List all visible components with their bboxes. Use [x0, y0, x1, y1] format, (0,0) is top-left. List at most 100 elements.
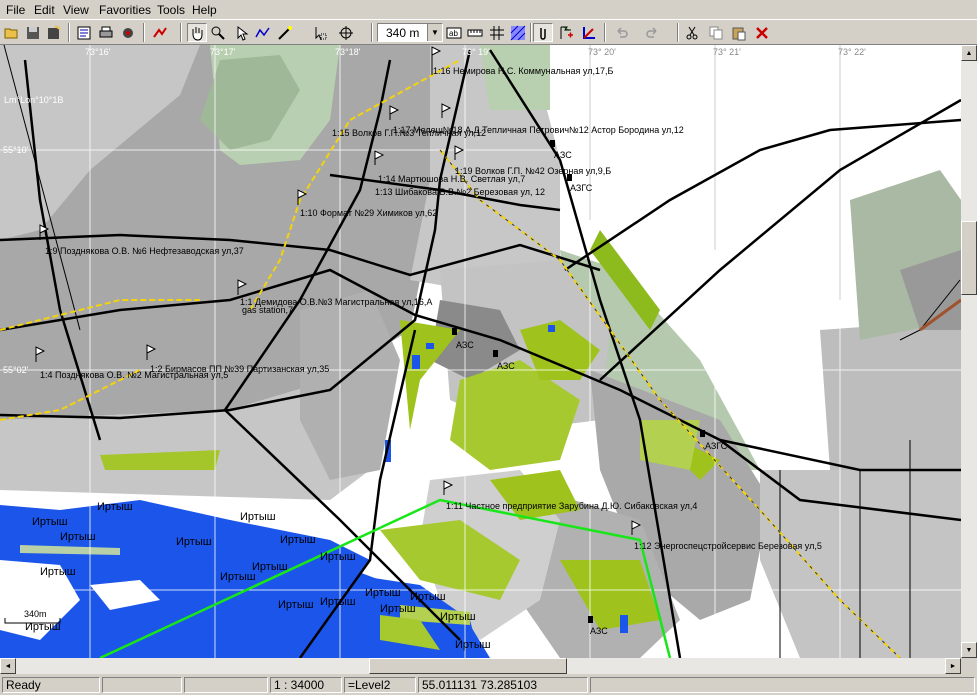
status-panel-empty — [102, 677, 182, 693]
save-icon[interactable] — [23, 23, 43, 42]
coord-left-0: 55°10' — [3, 145, 29, 155]
zoom-icon[interactable] — [208, 23, 228, 42]
horizontal-scroll-thumb[interactable] — [369, 658, 567, 674]
river-label: Иртыш — [410, 591, 446, 603]
properties-icon[interactable] — [74, 23, 94, 42]
select-arrow-icon[interactable] — [232, 23, 252, 42]
corner-label: Lm°Lon°10°1B — [4, 95, 63, 105]
menu-favorities[interactable]: Favorities — [99, 3, 151, 17]
scroll-corner — [961, 658, 977, 674]
map-point-label[interactable]: АЗС — [590, 626, 608, 636]
gps-icon[interactable] — [118, 23, 138, 42]
coord-left-3: 55°01' — [3, 585, 29, 595]
delete-icon[interactable] — [752, 23, 772, 42]
river-label: Иртыш — [455, 639, 491, 651]
redo-icon[interactable] — [642, 23, 662, 42]
scroll-down-icon[interactable]: ▼ — [961, 642, 977, 658]
map-point-label[interactable]: 1:10 Формат №29 Химиков ул,62 — [300, 208, 437, 218]
target-icon[interactable] — [310, 23, 330, 42]
status-bar: Ready 1 : 34000 =Level2 55.011131 73.285… — [0, 675, 977, 695]
ruler-icon[interactable] — [465, 23, 485, 42]
river-label: Иртыш — [280, 534, 316, 546]
river-label: Иртыш — [60, 531, 96, 543]
map-point-label[interactable]: 1:17 Мелеш№18 А.Д.Тепличная Петрович№12 … — [393, 125, 684, 135]
coord-top-6: 73° 22' — [838, 47, 866, 57]
crosshair-icon[interactable] — [336, 23, 356, 42]
cut-icon[interactable] — [682, 23, 702, 42]
map-point-label[interactable]: АЗС — [554, 150, 572, 160]
map-point-label[interactable]: 1:12 Энергоспецстройсервис Березовая ул,… — [634, 541, 822, 551]
text-label-icon[interactable]: ab — [444, 23, 464, 42]
scale-value: 340 m — [386, 26, 420, 40]
river-label: Иртыш — [176, 536, 212, 548]
river-label: Иртыш — [97, 501, 133, 513]
menu-tools[interactable]: Tools — [157, 3, 185, 17]
status-scale: 1 : 34000 — [270, 677, 342, 693]
menu-edit[interactable]: Edit — [34, 3, 55, 17]
map-point-label[interactable]: 1:16 Немирова Н.С. Коммунальная ул,17,Б — [433, 66, 613, 76]
toolbar: 340 m ▼ ab — [0, 19, 977, 45]
chevron-down-icon[interactable]: ▼ — [427, 24, 442, 41]
scroll-up-icon[interactable]: ▲ — [961, 45, 977, 61]
map-point-label[interactable]: 1:14 Мартюшова Н.В. Светлая ул,7 — [378, 174, 525, 184]
open-icon[interactable] — [2, 23, 22, 42]
status-ready: Ready — [2, 677, 100, 693]
menu-bar: File Edit View Favorities Tools Help — [0, 0, 977, 19]
hatch-grid-icon[interactable] — [508, 23, 528, 42]
coord-top-1: 73°17' — [210, 47, 236, 57]
status-panel-empty — [590, 677, 975, 693]
scroll-left-icon[interactable]: ◄ — [0, 658, 16, 674]
river-label: Иртыш — [40, 566, 76, 578]
map-point-label[interactable]: 1:9 Позднякова О.В. №6 Нефтезаводская ул… — [45, 246, 244, 256]
coord-top-4: 73° 20' — [588, 47, 616, 57]
coord-left-2: 55°02' — [3, 365, 29, 375]
horizontal-scrollbar[interactable]: ◄ ► — [0, 658, 961, 674]
coord-top-3: 73° 19' — [462, 47, 490, 57]
river-label: Иртыш — [380, 603, 416, 615]
status-panel-empty — [184, 677, 268, 693]
map-canvas[interactable]: 73°16' 73°17' 73°18' 73° 19' 73° 20' 73°… — [0, 45, 961, 658]
map-point-label[interactable]: АЗС — [497, 361, 515, 371]
map-point-label[interactable]: АЗС — [456, 340, 474, 350]
river-label: Иртыш — [320, 551, 356, 563]
river-label: Иртыш — [252, 561, 288, 573]
map-point-label[interactable]: 1:13 Шибакова В.В.№2 Березовая ул, 12 — [375, 187, 545, 197]
print-icon[interactable] — [96, 23, 116, 42]
menu-view[interactable]: View — [63, 3, 89, 17]
vertical-scrollbar[interactable]: ▲ ▼ — [961, 45, 977, 658]
axes-icon[interactable] — [579, 23, 599, 42]
river-label: Иртыш — [278, 599, 314, 611]
map-point-label[interactable]: gas station,7 — [242, 305, 293, 315]
vertical-scroll-thumb[interactable] — [961, 221, 977, 295]
hand-pan-icon[interactable] — [187, 23, 207, 42]
save-all-icon[interactable] — [44, 23, 64, 42]
polyline-icon[interactable] — [253, 23, 273, 42]
undo-icon[interactable] — [612, 23, 632, 42]
svg-text:ab: ab — [449, 29, 458, 38]
scale-dropdown[interactable]: 340 m ▼ — [377, 23, 443, 42]
scale-bar-label: 340m — [24, 609, 47, 619]
coord-top-5: 73° 21' — [713, 47, 741, 57]
map-svg: 73°16' 73°17' 73°18' 73° 19' 73° 20' 73°… — [0, 45, 961, 658]
copy-icon[interactable] — [706, 23, 726, 42]
river-label: Иртыш — [240, 511, 276, 523]
river-label: Иртыш — [365, 587, 401, 599]
lasso-icon[interactable] — [275, 23, 295, 42]
paste-icon[interactable] — [729, 23, 749, 42]
grid-icon[interactable] — [487, 23, 507, 42]
river-label: Иртыш — [320, 596, 356, 608]
map-point-label[interactable]: 1:11 Частное предприятие Зарубина Д.Ю. С… — [446, 501, 697, 511]
status-coordinates: 55.011131 73.285103 — [418, 677, 588, 693]
river-label: Иртыш — [220, 571, 256, 583]
line-tool-icon[interactable] — [150, 23, 170, 42]
menu-file[interactable]: File — [6, 3, 25, 17]
clip-icon[interactable] — [533, 23, 553, 42]
map-point-label[interactable]: 1:4 Позднякова О.В. №2 Магистральная ул,… — [40, 370, 228, 380]
waypoint-icon[interactable] — [556, 23, 576, 42]
menu-help[interactable]: Help — [192, 3, 217, 17]
map-point-label[interactable]: АЗГС — [570, 183, 593, 193]
coord-top-2: 73°18' — [335, 47, 361, 57]
scroll-right-icon[interactable]: ► — [945, 658, 961, 674]
map-point-label[interactable]: АЗГС — [705, 441, 728, 451]
river-label: Иртыш — [440, 611, 476, 623]
